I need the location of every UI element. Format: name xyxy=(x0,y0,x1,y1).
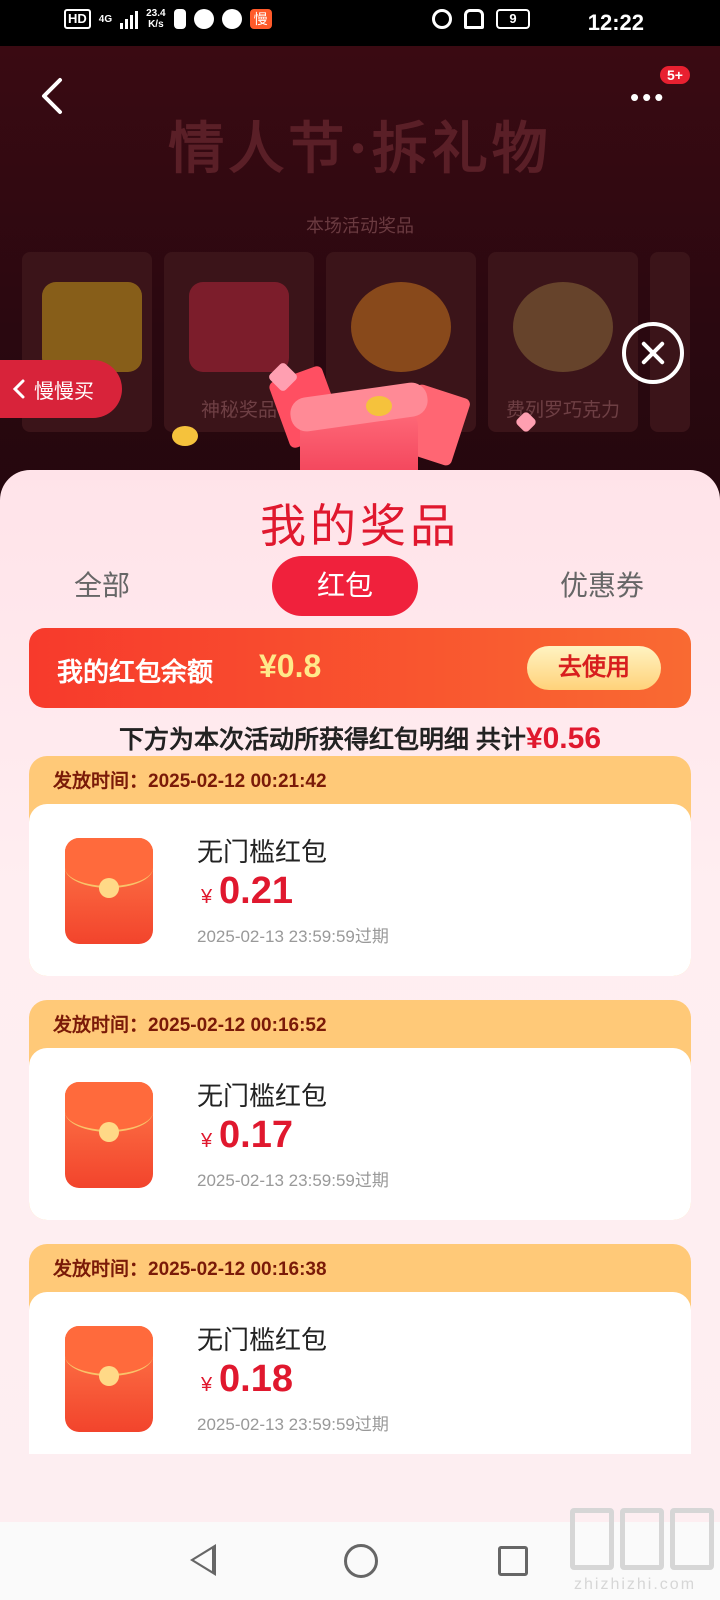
status-left: HD 4G 23.4 K/s 慢 xyxy=(64,8,272,30)
signal-icon xyxy=(120,9,139,29)
balance-banner: 我的红包余额 ¥0.8 去使用 xyxy=(29,628,691,708)
currency-symbol: ¥ xyxy=(201,1374,213,1396)
record-name: 无门槛红包 xyxy=(197,1081,328,1111)
currency-symbol: ¥ xyxy=(201,886,213,908)
nav-home-icon[interactable] xyxy=(344,1544,378,1578)
alarm-icon xyxy=(432,9,452,29)
sheet-title: 我的奖品 xyxy=(260,500,460,552)
net-speed-unit: K/s xyxy=(148,19,164,30)
prize-image xyxy=(513,282,613,372)
tab-all[interactable]: 全部 xyxy=(62,556,142,616)
summary-line: 下方为本次活动所获得红包明细 共计¥0.56 xyxy=(0,720,720,756)
watermark-glyph xyxy=(670,1508,714,1570)
prize-section-title: 本场活动奖品 xyxy=(306,216,414,236)
issued-time: 发放时间：2025-02-12 00:16:52 xyxy=(53,1010,327,1037)
alert-icon xyxy=(173,9,186,29)
my-prizes-sheet: 我的奖品 全部 红包 优惠券 我的红包余额 ¥0.8 去使用 下方为本次活动所获… xyxy=(0,470,720,1522)
record-body: 无门槛红包 ¥ 0.21 2025-02-13 23:59:59过期 xyxy=(29,804,691,976)
app-badge-icon: 慢 xyxy=(249,9,272,29)
prize-label: 费列罗巧克力 xyxy=(505,400,620,421)
coin-icon xyxy=(172,426,198,446)
use-button[interactable]: 去使用 xyxy=(527,646,661,690)
issued-time: 发放时间：2025-02-12 00:16:38 xyxy=(53,1254,327,1281)
network-type: 4G xyxy=(98,13,113,25)
record-amount: 0.17 xyxy=(219,1114,293,1156)
record-name: 无门槛红包 xyxy=(197,1325,328,1355)
red-envelope-icon xyxy=(65,838,153,944)
net-speed: 23.4 K/s xyxy=(146,8,165,30)
more-icon[interactable]: ••• xyxy=(630,82,666,113)
battery-icon: 9 xyxy=(496,9,530,29)
slow-buy-label: 慢慢买 xyxy=(34,380,94,403)
watermark-text: zhizhizhi.com xyxy=(574,1576,697,1593)
net-speed-value: 23.4 xyxy=(146,8,166,19)
record-amount: 0.21 xyxy=(219,870,293,912)
summary-text: 下方为本次活动所获得红包明细 共计 xyxy=(118,726,526,754)
record-body: 无门槛红包 ¥ 0.17 2025-02-13 23:59:59过期 xyxy=(29,1048,691,1220)
record-name: 无门槛红包 xyxy=(197,837,328,867)
watermark: zhizhizhi.com xyxy=(570,1508,720,1600)
record-expiry: 2025-02-13 23:59:59过期 xyxy=(197,927,389,946)
tab-red-packet[interactable]: 红包 xyxy=(272,556,418,616)
back-icon[interactable] xyxy=(38,76,66,116)
red-envelope-icon xyxy=(65,1326,153,1432)
red-envelope-icon xyxy=(65,1082,153,1188)
status-right: 9 xyxy=(432,9,530,29)
prize-image xyxy=(42,282,142,372)
notification-badge: 5+ xyxy=(660,66,690,84)
red-packet-record[interactable]: 发放时间：2025-02-12 00:16:52 无门槛红包 ¥ 0.17 20… xyxy=(29,1000,691,1220)
issued-label: 发放时间： xyxy=(53,771,149,792)
slow-buy-button[interactable]: 慢慢买 xyxy=(0,360,122,418)
red-packet-record[interactable]: 发放时间：2025-02-12 00:21:42 无门槛红包 ¥ 0.21 20… xyxy=(29,756,691,976)
prize-image xyxy=(351,282,451,372)
currency-symbol: ¥ xyxy=(201,1130,213,1152)
record-expiry: 2025-02-13 23:59:59过期 xyxy=(197,1171,389,1190)
summary-amount: ¥0.56 xyxy=(525,722,602,755)
balance-value: ¥0.8 xyxy=(259,648,322,684)
record-expiry: 2025-02-13 23:59:59过期 xyxy=(197,1415,389,1434)
red-packet-record[interactable]: 发放时间：2025-02-12 00:16:38 无门槛红包 ¥ 0.18 20… xyxy=(29,1244,691,1454)
issued-time: 发放时间：2025-02-12 00:21:42 xyxy=(53,766,327,793)
nav-back-icon[interactable] xyxy=(190,1544,216,1576)
issued-time-value: 2025-02-12 00:16:52 xyxy=(148,1015,327,1036)
balance-label: 我的红包余额 xyxy=(57,657,214,687)
issued-label: 发放时间： xyxy=(53,1259,149,1280)
clock: 12:22 xyxy=(587,10,644,35)
coin-icon xyxy=(366,396,392,416)
hd-indicator: HD xyxy=(64,9,91,29)
qq-icon xyxy=(193,9,214,29)
watermark-glyph xyxy=(620,1508,664,1570)
close-icon[interactable] xyxy=(622,322,684,384)
issued-label: 发放时间： xyxy=(53,1015,149,1036)
record-amount: 0.18 xyxy=(219,1358,293,1400)
prize-card[interactable]: 费列罗巧克力 xyxy=(488,252,638,432)
watermark-glyph xyxy=(570,1508,614,1570)
tab-coupon[interactable]: 优惠券 xyxy=(552,556,652,616)
record-body: 无门槛红包 ¥ 0.18 2025-02-13 23:59:59过期 xyxy=(29,1292,691,1454)
chevron-left-icon xyxy=(12,379,25,399)
issued-time-value: 2025-02-12 00:16:38 xyxy=(148,1259,327,1280)
page-title: 情人节·拆礼物 xyxy=(168,116,552,182)
prize-image xyxy=(189,282,289,372)
nav-recents-icon[interactable] xyxy=(498,1546,528,1576)
status-bar: HD 4G 23.4 K/s 慢 9 12:22 xyxy=(0,0,720,46)
wechat-icon xyxy=(221,9,242,29)
mute-icon xyxy=(464,9,484,29)
issued-time-value: 2025-02-12 00:21:42 xyxy=(148,771,327,792)
